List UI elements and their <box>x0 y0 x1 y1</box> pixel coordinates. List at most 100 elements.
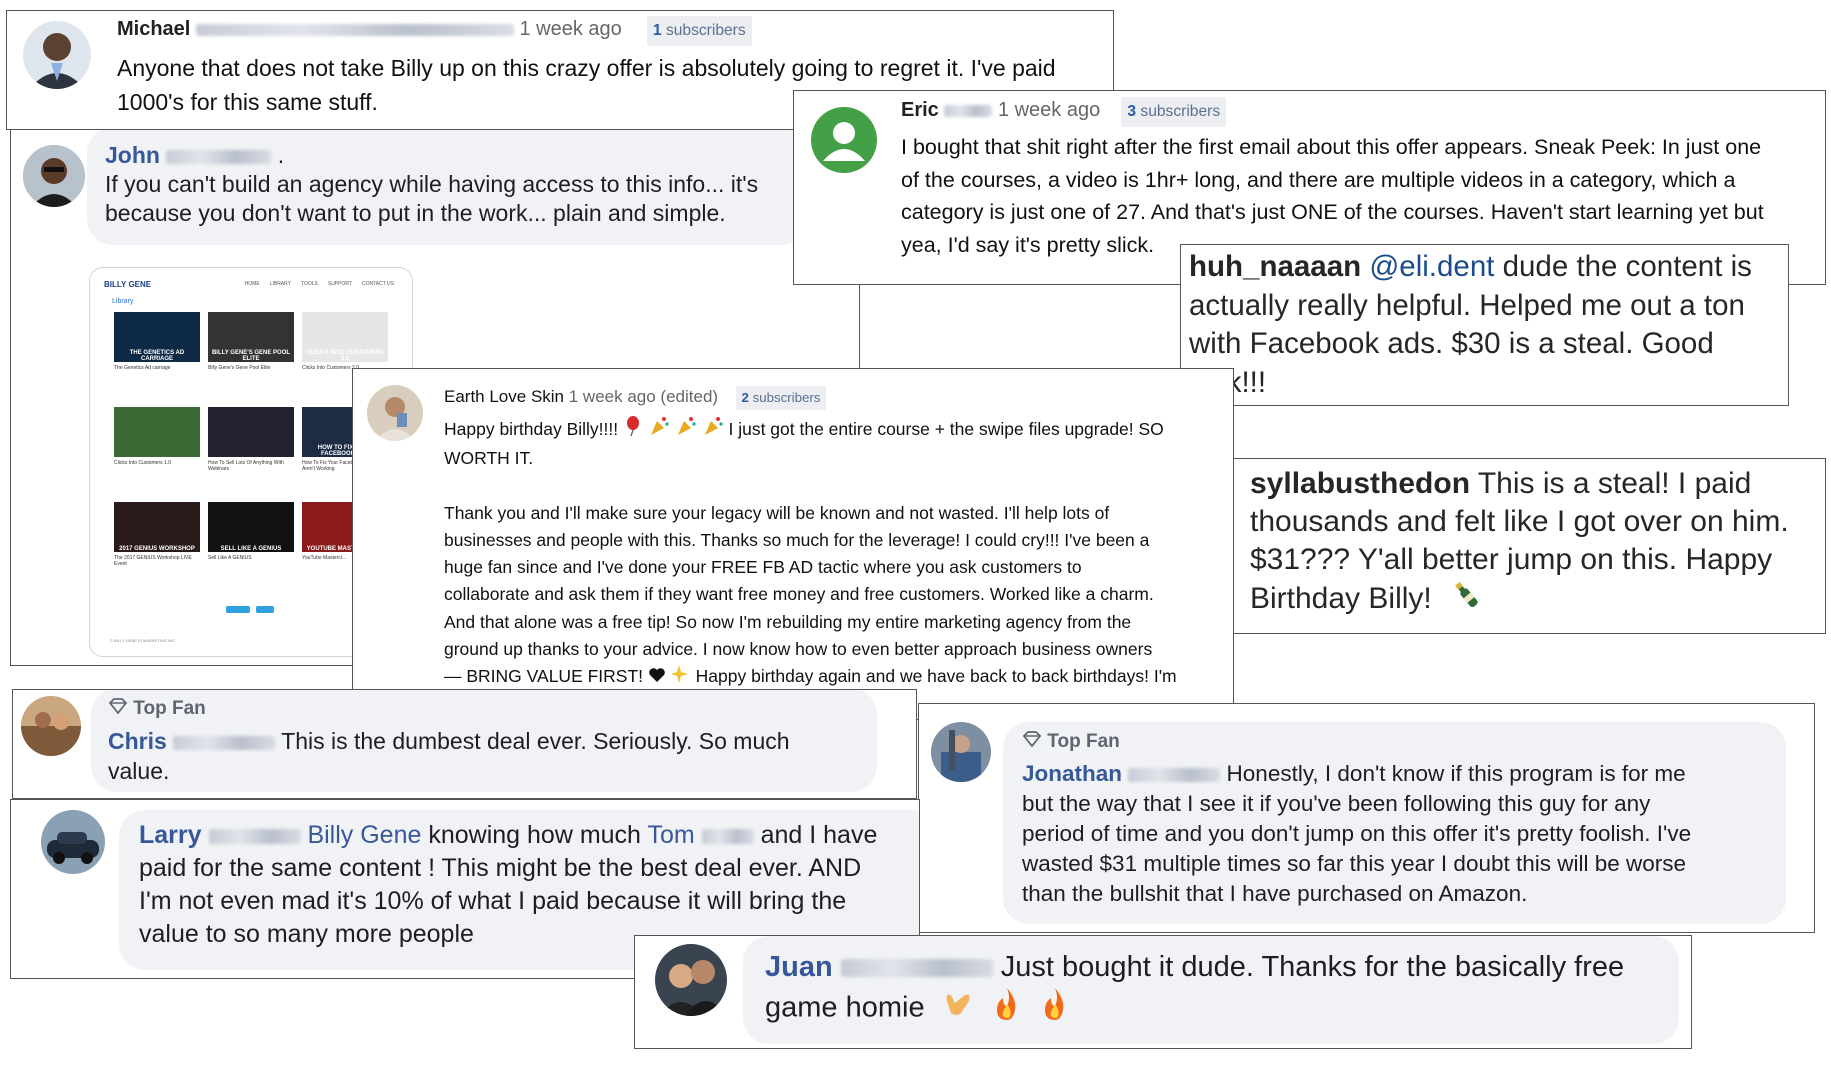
redacted-surname <box>208 828 301 845</box>
avatar[interactable] <box>367 385 423 441</box>
redacted-surname <box>701 828 754 845</box>
commenter-username[interactable]: syllabusthedon <box>1250 467 1470 500</box>
mention-link[interactable]: Billy Gene <box>307 821 421 849</box>
comment-text: of the courses, a video is 1hr+ long, an… <box>901 167 1736 192</box>
nav-item[interactable]: HOME <box>245 281 260 287</box>
commenter-name[interactable]: Michael <box>117 18 190 40</box>
commenter-name[interactable]: Larry <box>139 821 202 849</box>
comment-text: This is a steal! I paid <box>1470 467 1752 500</box>
nav-item[interactable]: LIBRARY <box>270 281 291 287</box>
redacted-surname <box>944 104 993 117</box>
comment-text: ground up thanks to your advice. I now k… <box>444 639 1153 660</box>
fire-icon <box>991 986 1023 1032</box>
comment-text: — BRING VALUE FIRST! <box>444 666 644 687</box>
comment-bubble: Top Fan Jonathan Honestly, I don't know … <box>1003 722 1786 924</box>
course-thumbnail-label: SELL LIKE A GENIUS <box>220 546 282 552</box>
comment-text: I just got the entire course + the swipe… <box>728 418 1164 439</box>
page-button[interactable] <box>226 606 250 613</box>
course-thumbnail-label: 2017 GENIUS WORKSHOP <box>119 546 195 552</box>
sparkles-icon <box>670 664 691 692</box>
redacted-surname <box>173 735 276 751</box>
course-thumbnail: BILLY GENE'S GENE POOL ELITE <box>208 312 294 362</box>
avatar[interactable] <box>23 21 91 89</box>
course-tile[interactable]: How To Sell Lots Of Anything With Webina… <box>208 407 294 495</box>
commenter-name[interactable]: John <box>105 142 160 168</box>
course-thumbnail <box>114 407 200 457</box>
comment-bubble: Top Fan Chris This is the dumbest deal e… <box>91 690 877 792</box>
comment-text: huge fan since and I've done your FREE F… <box>444 557 1082 578</box>
party-popper-icon <box>702 415 724 445</box>
comment-timestamp[interactable]: 1 week ago <box>998 99 1100 121</box>
course-thumbnail: SELL LIKE A GENIUS <box>208 502 294 552</box>
comment-text: dude the content is <box>1494 250 1752 283</box>
comment-card-chris: Top Fan Chris This is the dumbest deal e… <box>12 689 917 799</box>
mention-link[interactable]: @eli.dent <box>1369 250 1494 283</box>
course-tile[interactable]: Clicks Into Customers 1.0 <box>114 407 200 495</box>
course-tile[interactable]: BILLY GENE'S GENE POOL ELITE Billy Gene's… <box>208 312 294 400</box>
course-thumbnail-label: CLICKS INTO CUSTOMERS 2.0 <box>305 350 385 362</box>
course-tile[interactable]: 2017 GENIUS WORKSHOP The 2017 GENIUS Work… <box>114 502 200 590</box>
nav-item[interactable]: SUPPORT <box>328 281 352 287</box>
commenter-name[interactable]: Juan <box>765 951 833 983</box>
redacted-surname <box>166 149 272 165</box>
nav-item[interactable]: TOOLS <box>301 281 318 287</box>
comment-timestamp[interactable]: 1 week ago (edited) <box>569 387 718 406</box>
commenter-name[interactable]: Earth Love Skin <box>444 387 564 406</box>
comment-text: Just bought it dude. Thanks for the basi… <box>992 951 1625 983</box>
avatar[interactable] <box>811 107 877 173</box>
avatar[interactable] <box>23 145 85 207</box>
comment-card-syllabusthedon: syllabusthedon This is a steal! I paid t… <box>1218 458 1826 634</box>
commenter-name[interactable]: Eric <box>901 99 939 121</box>
site-nav: HOME LIBRARY TOOLS SUPPORT CONTACT US <box>245 281 394 287</box>
nav-item[interactable]: CONTACT US <box>362 281 394 287</box>
comment-card-jonathan: Top Fan Jonathan Honestly, I don't know … <box>918 703 1815 933</box>
top-fan-badge-icon <box>108 698 128 720</box>
avatar[interactable] <box>21 696 81 756</box>
course-thumbnail: CLICKS INTO CUSTOMERS 2.0 <box>302 312 388 362</box>
course-tile[interactable]: SELL LIKE A GENIUS Sell Like A GENIUS <box>208 502 294 590</box>
comment-text: Anyone that does not take Billy up on th… <box>117 55 1056 81</box>
redacted-surname <box>1128 768 1221 783</box>
comment-bubble: Juan Just bought it dude. Thanks for the… <box>743 936 1679 1044</box>
course-thumbnail: 2017 GENIUS WORKSHOP <box>114 502 200 552</box>
avatar[interactable] <box>655 944 727 1016</box>
black-heart-icon <box>648 664 666 691</box>
comment-text: Happy birthday again and we have back to… <box>695 666 1177 687</box>
course-caption: How To Sell Lots Of Anything With Webina… <box>208 460 284 472</box>
comment-text: luck!!! <box>1189 364 1752 403</box>
comment-card-huh-naaaan: huh_naaaan @eli.dent dude the content is… <box>1180 244 1789 406</box>
comment-text: than the bullshit that I have purchased … <box>1022 881 1528 907</box>
comment-text: wasted $31 multiple times so far this ye… <box>1022 851 1687 877</box>
subscriber-badge: 2 subscribers <box>735 386 827 410</box>
comment-text: category is just one of 27. And that's j… <box>901 200 1764 224</box>
subscriber-badge: 1 subscribers <box>646 16 752 46</box>
commenter-name[interactable]: Jonathan <box>1022 761 1122 786</box>
comment-timestamp[interactable]: 1 week ago <box>519 18 621 40</box>
course-caption: Billy Gene's Gene Pool Elite <box>208 365 271 371</box>
comment-text: collaborate and ask them if they want fr… <box>444 584 1154 605</box>
avatar[interactable] <box>41 810 105 874</box>
mention-link[interactable]: Tom <box>647 821 694 849</box>
subscriber-badge: 3 subscribers <box>1121 97 1227 127</box>
course-tile[interactable]: THE GENETICS AD CARRIAGE The Genetics Ad … <box>114 312 200 400</box>
commenter-username[interactable]: huh_naaaan <box>1189 250 1361 283</box>
course-caption: Sell Like A GENIUS <box>208 555 252 561</box>
page-button[interactable] <box>256 606 274 613</box>
redacted-surname <box>195 23 514 36</box>
comment-card-juan: Juan Just bought it dude. Thanks for the… <box>634 935 1692 1049</box>
comment-text: actually really helpful. Helped me out a… <box>1189 288 1745 322</box>
course-thumbnail-label: THE GENETICS AD CARRIAGE <box>129 350 185 362</box>
commenter-name[interactable]: Chris <box>108 728 167 754</box>
comment-text: Honestly, I don't know if this program i… <box>1226 761 1686 787</box>
course-caption: The Genetics Ad carriage <box>114 365 171 371</box>
course-caption: The 2017 GENIUS Workshop LIVE Event <box>114 555 192 567</box>
course-thumbnail: THE GENETICS AD CARRIAGE <box>114 312 200 362</box>
comment-bubble: John . If you can't build an agency whil… <box>87 127 807 245</box>
comment-text: game homie <box>765 991 925 1024</box>
avatar[interactable] <box>931 722 991 782</box>
fire-icon <box>1039 986 1071 1032</box>
comment-text: WORTH IT. <box>444 448 534 469</box>
comment-card-earth-love-skin: Earth Love Skin 1 week ago (edited) 2 su… <box>352 368 1234 720</box>
comment-text: Birthday Billy! <box>1250 581 1432 615</box>
course-thumbnail <box>208 407 294 457</box>
